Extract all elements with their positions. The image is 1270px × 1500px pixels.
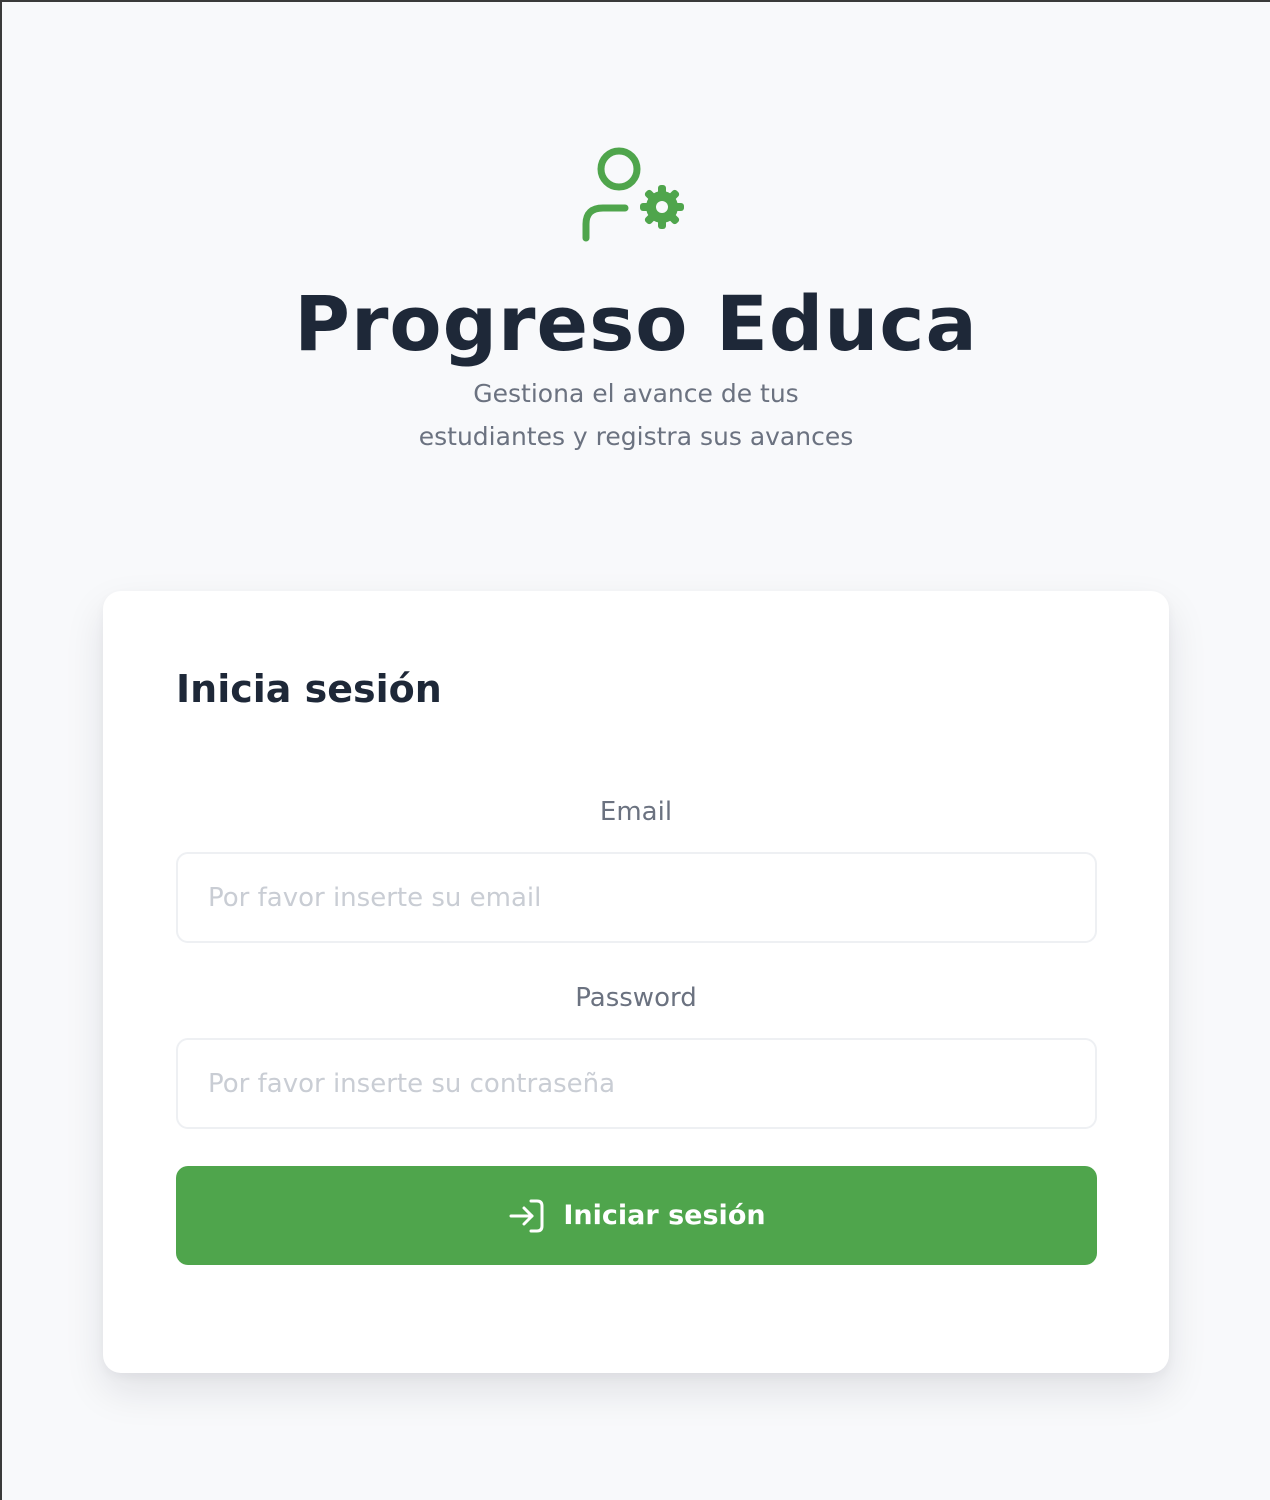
app-title: Progreso Educa bbox=[294, 279, 978, 368]
password-field[interactable] bbox=[176, 1038, 1097, 1129]
user-gear-icon bbox=[582, 147, 684, 242]
login-icon bbox=[509, 1199, 544, 1232]
login-button-label: Iniciar sesión bbox=[563, 1200, 766, 1231]
login-button[interactable]: Iniciar sesión bbox=[176, 1166, 1097, 1265]
brand-header: Progreso Educa Gestiona el avance de tus… bbox=[2, 142, 1270, 458]
app-subtitle: Gestiona el avance de tus estudiantes y … bbox=[418, 379, 854, 451]
login-heading: Inicia sesión bbox=[176, 667, 442, 711]
email-label: Email bbox=[599, 797, 673, 827]
login-card: Inicia sesión Email Password Iniciar ses… bbox=[103, 591, 1169, 1373]
password-label: Password bbox=[575, 983, 697, 1013]
email-field[interactable] bbox=[176, 852, 1097, 943]
